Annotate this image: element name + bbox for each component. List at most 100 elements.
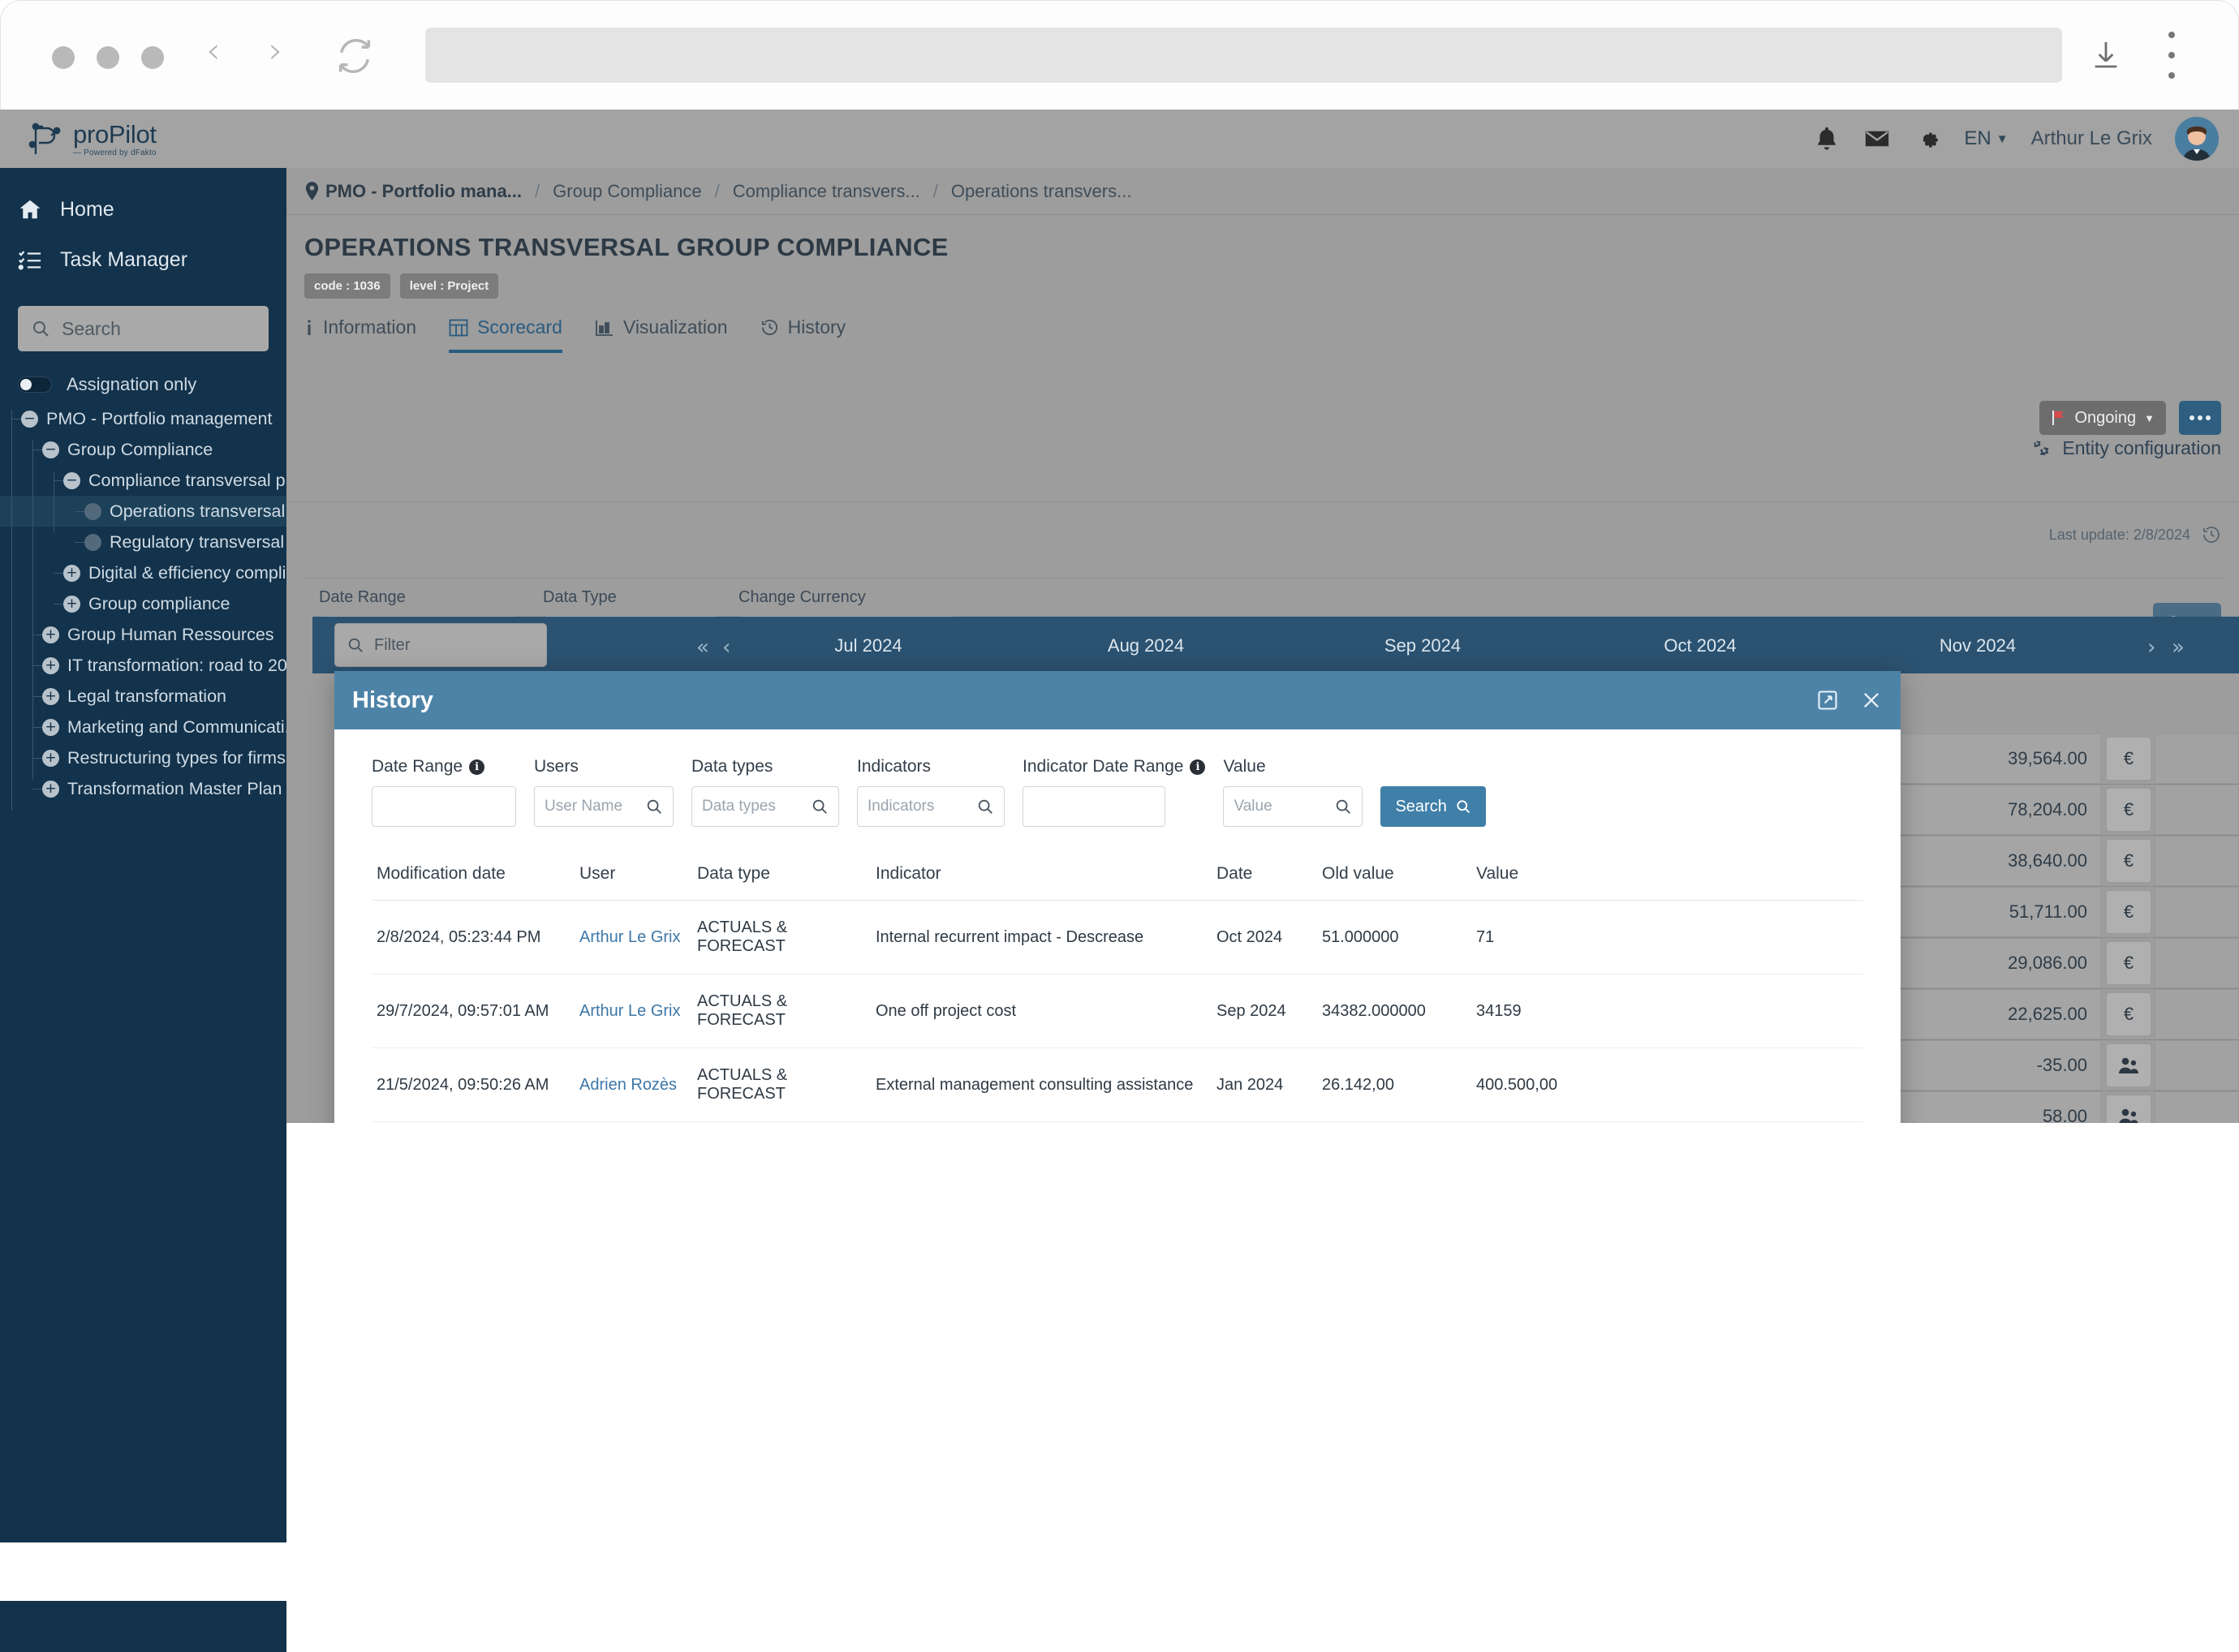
tree-item[interactable]: + Digital & efficiency compli... <box>0 557 300 588</box>
expand-toggle-icon[interactable]: + <box>63 595 80 613</box>
bell-icon[interactable] <box>1813 125 1841 153</box>
assignation-only-toggle[interactable]: Assignation only <box>18 374 286 395</box>
scorecard-cell-value[interactable]: 22,625.00 <box>1898 989 2101 1039</box>
tree-item[interactable]: − Compliance transversal pr... <box>0 465 304 496</box>
kebab-menu-icon[interactable] <box>2159 32 2184 79</box>
entity-configuration-link[interactable]: Entity configuration <box>2031 437 2221 459</box>
breadcrumb-item-0[interactable]: PMO - Portfolio mana... <box>304 181 522 202</box>
tree-item[interactable]: − PMO - Portfolio management <box>0 403 286 434</box>
column-modification-date[interactable]: Modification date <box>372 853 575 901</box>
scorecard-cell-value[interactable]: 78,204.00 <box>1898 785 2101 835</box>
search-button[interactable]: Search <box>1380 786 1486 827</box>
scorecard-filter-input[interactable]: Filter <box>334 623 547 667</box>
chevron-left-icon[interactable]: ‹ <box>206 33 221 69</box>
users-input[interactable]: User Name <box>534 786 674 827</box>
currency-symbol[interactable]: € <box>2106 890 2151 934</box>
tree-leaf-dot[interactable] <box>84 502 101 520</box>
table-row[interactable]: 29/7/2024, 09:57:01 AM Arthur Le Grix ACTU… <box>372 974 1863 1048</box>
tree-item[interactable]: Operations transversal ... <box>0 496 304 527</box>
scorecard-cell-value[interactable]: 51,711.00 <box>1898 887 2101 937</box>
expand-toggle-icon[interactable]: + <box>42 626 59 643</box>
column-user[interactable]: User <box>575 853 692 901</box>
chevron-right-icon[interactable]: › <box>269 33 283 69</box>
expand-toggle-icon[interactable]: + <box>63 564 80 582</box>
scorecard-first-button[interactable]: « <box>696 635 709 660</box>
close-icon[interactable] <box>1860 689 1883 712</box>
tree-item[interactable]: + Restructuring types for firms <box>0 742 286 773</box>
currency-symbol[interactable]: € <box>2106 839 2151 883</box>
expand-toggle-icon[interactable]: + <box>42 749 59 767</box>
table-row[interactable]: 21/5/2024, 09:50:26 AM Adrien Rozès ACTUAL… <box>372 1048 1863 1122</box>
expand-toggle-icon[interactable]: + <box>42 687 59 705</box>
language-selector[interactable]: EN ▼ <box>1964 127 2008 150</box>
download-arrow-icon[interactable] <box>2090 30 2122 79</box>
currency-symbol[interactable]: € <box>2106 737 2151 781</box>
tab-history[interactable]: History <box>760 316 846 353</box>
window-minimize-dot[interactable] <box>97 46 119 69</box>
currency-symbol[interactable]: € <box>2106 992 2151 1036</box>
window-close-dot[interactable] <box>52 46 75 69</box>
column-old-value[interactable]: Old value <box>1317 853 1471 901</box>
cell-user[interactable]: Arthur Le Grix <box>575 974 692 1048</box>
collapse-toggle-icon[interactable]: − <box>42 441 59 458</box>
clock-rewind-icon[interactable] <box>2202 525 2221 544</box>
search-icon[interactable] <box>811 798 829 815</box>
tab-scorecard[interactable]: Scorecard <box>449 316 562 353</box>
currency-symbol[interactable]: € <box>2106 788 2151 832</box>
tree-item[interactable]: + Legal transformation <box>0 681 286 712</box>
search-icon[interactable] <box>645 798 663 815</box>
breadcrumb-item-2[interactable]: Compliance transvers... <box>733 181 920 202</box>
tree-item[interactable]: − Group Compliance <box>0 434 286 465</box>
toggle-switch[interactable] <box>18 376 52 393</box>
window-controls[interactable] <box>52 46 164 69</box>
collapse-toggle-icon[interactable]: − <box>63 471 80 489</box>
tree-item[interactable]: + Marketing and Communicati... <box>0 712 299 742</box>
tab-information[interactable]: Information <box>304 316 416 353</box>
scorecard-prev-button[interactable]: ‹ <box>722 635 730 660</box>
indicators-input[interactable]: Indicators <box>857 786 1005 827</box>
column-indicator[interactable]: Indicator <box>871 853 1212 901</box>
scorecard-cell-value[interactable]: 38,640.00 <box>1898 836 2101 886</box>
gear-icon[interactable] <box>1914 125 1941 153</box>
people-icon[interactable] <box>2106 1043 2151 1087</box>
cell-user[interactable]: Adrien Rozès <box>575 1048 692 1122</box>
scorecard-cell-value[interactable]: -35.00 <box>1898 1040 2101 1091</box>
avatar[interactable] <box>2175 117 2219 161</box>
scorecard-cell-value[interactable]: 39,564.00 <box>1898 734 2101 784</box>
search-input[interactable]: Search <box>18 306 269 351</box>
scorecard-next-button[interactable]: › <box>2147 635 2155 660</box>
expand-toggle-icon[interactable]: + <box>42 780 59 798</box>
column-value[interactable]: Value <box>1471 853 1863 901</box>
table-row[interactable]: 2/8/2024, 05:23:44 PM Arthur Le Grix ACTUA… <box>372 900 1863 974</box>
scorecard-cell-value[interactable]: 29,086.00 <box>1898 938 2101 988</box>
cell-user[interactable]: Arthur Le Grix <box>575 900 692 974</box>
column-data-type[interactable]: Data type <box>692 853 871 901</box>
date-range-input[interactable] <box>372 786 516 827</box>
reload-icon[interactable] <box>334 35 376 77</box>
tree-item[interactable]: + Transformation Master Plan -... <box>0 773 308 804</box>
tree-item[interactable]: + Group Human Ressources <box>0 619 286 650</box>
window-maximize-dot[interactable] <box>141 46 164 69</box>
sidebar-item-home[interactable]: Home <box>0 184 286 234</box>
info-icon[interactable]: i <box>1190 759 1206 775</box>
more-actions-button[interactable] <box>2179 401 2221 435</box>
info-icon[interactable]: i <box>469 759 485 775</box>
data-types-input[interactable]: Data types <box>691 786 839 827</box>
breadcrumb-item-1[interactable]: Group Compliance <box>553 181 701 202</box>
currency-symbol[interactable]: € <box>2106 941 2151 985</box>
tab-visualization[interactable]: Visualization <box>595 316 728 353</box>
expand-icon[interactable] <box>1816 689 1839 712</box>
propilot-logo[interactable]: proPilot — Powered by dFakto <box>24 120 157 157</box>
search-icon[interactable] <box>976 798 994 815</box>
tree-item[interactable]: Regulatory transversal ... <box>0 527 304 557</box>
mail-icon[interactable] <box>1863 125 1891 153</box>
tree-leaf-dot[interactable] <box>84 533 101 551</box>
breadcrumb-item-3[interactable]: Operations transvers... <box>951 181 1132 202</box>
status-badge[interactable]: Ongoing ▼ <box>2039 401 2166 435</box>
tree-item[interactable]: + IT transformation: road to 20... <box>0 650 302 681</box>
sidebar-item-task-manager[interactable]: Task Manager <box>0 234 286 285</box>
url-input[interactable] <box>425 28 2062 83</box>
collapse-toggle-icon[interactable]: − <box>21 410 38 428</box>
tree-item[interactable]: + Group compliance <box>0 588 286 619</box>
indicator-date-range-input[interactable] <box>1023 786 1165 827</box>
